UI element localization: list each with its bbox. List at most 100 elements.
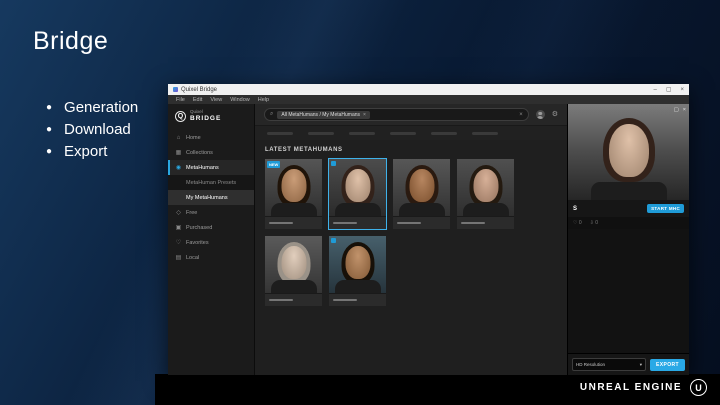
filter-tab-placeholder[interactable] <box>267 131 293 135</box>
section-heading: LATEST METAHUMANS <box>265 147 343 153</box>
menu-file[interactable]: File <box>172 97 189 103</box>
menu-view[interactable]: View <box>206 97 226 103</box>
content-area: LATEST METAHUMANS NEW <box>255 140 567 375</box>
quixel-bridge-window: Quixel Bridge – ▢ × File Edit View Window He… <box>168 84 689 375</box>
sidebar-item-purchased[interactable]: ▣ Purchased <box>168 220 254 235</box>
mhc-indicator-icon <box>331 161 336 166</box>
thumb-face <box>345 169 370 202</box>
metahuman-card-name <box>329 293 386 306</box>
sidebar-item-label: Collections <box>186 149 213 156</box>
sidebar-item-free[interactable]: ◇ Free <box>168 205 254 220</box>
filter-tab-placeholder[interactable] <box>472 131 498 135</box>
bullet-icon: ● <box>46 124 53 135</box>
sidebar-item-collections[interactable]: ▦ Collections <box>168 145 254 160</box>
bullet-icon: ● <box>46 146 53 157</box>
search-filter-chip[interactable]: All MetaHumans / My MetaHumans × <box>277 110 370 119</box>
metahuman-card[interactable]: NEW <box>265 159 322 229</box>
metahuman-card-name <box>457 216 514 229</box>
card-name-text <box>333 298 357 302</box>
close-button[interactable]: × <box>680 87 684 93</box>
heart-icon[interactable]: ♡ <box>573 220 577 226</box>
bullet-icon: ● <box>46 102 53 113</box>
metahumans-icon: ◉ <box>175 165 182 172</box>
chevron-down-icon: ▾ <box>639 361 643 367</box>
home-icon: ⌂ <box>176 134 181 141</box>
sidebar-item-label: MetaHuman Presets <box>186 179 237 186</box>
filter-tab-placeholder[interactable] <box>390 131 416 135</box>
user-avatar[interactable] <box>535 110 545 119</box>
thumb-face <box>281 169 306 202</box>
card-name-text <box>397 221 421 225</box>
metahuman-card[interactable] <box>265 236 322 306</box>
thumb-torso <box>334 203 381 216</box>
sidebar-item-label: MetaHumans <box>186 164 219 171</box>
search-clear-icon[interactable]: × <box>519 112 523 118</box>
bullet-item: ● Export <box>46 141 138 163</box>
search-bar-row: ⌕ All MetaHumans / My MetaHumans × × ⚙ <box>255 104 567 126</box>
metahuman-thumbnail: NEW <box>265 159 322 216</box>
sidebar-item-label: My MetaHumans <box>186 194 228 201</box>
brand-name: UNREAL ENGINE <box>579 382 682 393</box>
metahuman-thumbnail <box>457 159 514 216</box>
menu-help[interactable]: Help <box>254 97 273 103</box>
filter-tab-placeholder[interactable] <box>431 131 457 135</box>
sidebar-item-local[interactable]: ▤ Local <box>168 250 254 265</box>
metahuman-name: S <box>573 205 578 212</box>
detail-panel: ▢ × S START MHC ♡ 0 ⇩ 0 HD Resolution ▾ <box>567 104 689 375</box>
card-name-text <box>333 221 357 225</box>
card-name-text <box>269 221 293 225</box>
thumb-torso <box>270 280 317 293</box>
presentation-slide: Bridge ● Generation ● Download ● Export Quixe… <box>0 0 720 405</box>
metahuman-card-name <box>265 216 322 229</box>
filter-tab-placeholder[interactable] <box>308 131 334 135</box>
metahuman-thumbnail <box>265 236 322 293</box>
metahuman-card[interactable] <box>393 159 450 229</box>
sidebar: Q Quixel BRIDGE ⌂ Home ▦ Collections ◉ MetaHu… <box>168 104 255 375</box>
sidebar-item-metahumans[interactable]: ◉ MetaHumans <box>168 160 254 176</box>
bullet-label: Download <box>64 121 131 138</box>
search-input[interactable]: ⌕ All MetaHumans / My MetaHumans × × <box>264 108 529 121</box>
sidebar-item-label: Free <box>186 209 198 216</box>
card-name-text <box>269 298 293 302</box>
metahuman-card[interactable] <box>329 236 386 306</box>
minimize-button[interactable]: – <box>653 87 656 93</box>
sidebar-item-label: Favorites <box>186 239 209 246</box>
export-button[interactable]: EXPORT <box>650 358 685 371</box>
downloads-count: 0 <box>595 220 599 226</box>
favorites-count: 0 <box>578 220 582 226</box>
preview-close-icon[interactable]: × <box>683 107 686 113</box>
sidebar-item-favorites[interactable]: ♡ Favorites <box>168 235 254 250</box>
detail-info-row: S START MHC <box>568 200 689 217</box>
expand-icon[interactable]: ▢ <box>674 107 679 113</box>
window-titlebar[interactable]: Quixel Bridge – ▢ × <box>168 84 689 95</box>
filter-tab-placeholder[interactable] <box>349 131 375 135</box>
menu-bar: File Edit View Window Help <box>168 95 689 104</box>
sidebar-item-label: Local <box>186 254 200 261</box>
menu-window[interactable]: Window <box>226 97 254 103</box>
menu-edit[interactable]: Edit <box>189 97 206 103</box>
search-icon: ⌕ <box>270 111 274 117</box>
resolution-select[interactable]: HD Resolution ▾ <box>572 358 647 371</box>
sidebar-item-label: Home <box>186 134 201 141</box>
metahuman-card[interactable] <box>328 158 387 230</box>
unreal-engine-logo-icon: U <box>690 379 707 396</box>
category-filter-row <box>255 126 567 140</box>
chip-close-icon[interactable]: × <box>363 112 366 118</box>
sidebar-item-home[interactable]: ⌂ Home <box>168 130 254 145</box>
bullet-label: Generation <box>64 99 139 116</box>
sidebar-item-metahuman-presets[interactable]: MetaHuman Presets <box>168 175 254 191</box>
quixel-logo-icon: Q <box>175 110 186 122</box>
metahuman-card[interactable] <box>457 159 514 229</box>
thumb-torso <box>334 280 381 293</box>
window-title: Quixel Bridge <box>181 86 218 93</box>
sidebar-item-my-metahumans[interactable]: My MetaHumans <box>168 190 254 206</box>
bullet-item: ● Download <box>46 119 138 141</box>
gear-icon[interactable]: ⚙ <box>552 111 558 118</box>
thumb-torso <box>462 203 509 216</box>
preview-face <box>608 124 649 177</box>
maximize-button[interactable]: ▢ <box>666 87 672 93</box>
start-mhc-button[interactable]: START MHC <box>647 204 684 213</box>
slide-title: Bridge <box>33 27 109 55</box>
metahuman-thumbnail <box>393 159 450 216</box>
thumb-torso <box>270 203 317 216</box>
